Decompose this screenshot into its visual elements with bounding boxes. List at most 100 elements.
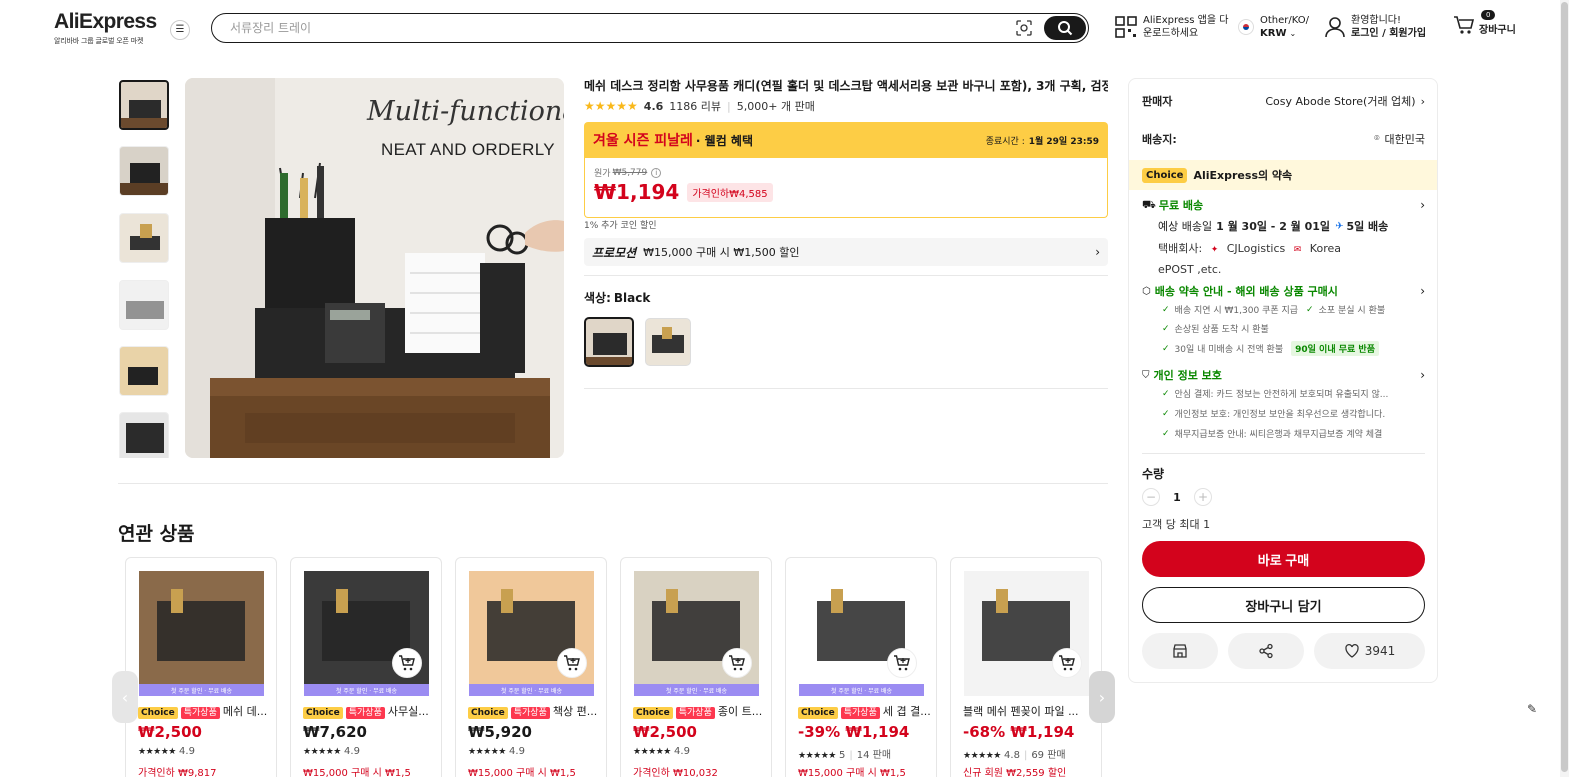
- app-download[interactable]: AliExpress 앱을 다 운로드하세요: [1115, 14, 1228, 40]
- scrollbar-thumb[interactable]: [1561, 2, 1568, 772]
- chevron-right-icon: ›: [1420, 198, 1425, 212]
- add-to-cart-icon[interactable]: [1052, 648, 1082, 678]
- sale-end-label: 종료시간 :: [985, 136, 1025, 147]
- color-heading: 색상: Black: [584, 289, 650, 306]
- first-order-strip: 첫 주문 할인 · 무료 배송: [634, 684, 759, 696]
- product-thumbnail[interactable]: 첫 주문 할인 · 무료 배송: [799, 571, 924, 696]
- thumbnail-5[interactable]: [119, 346, 169, 396]
- wishlist-button[interactable]: 3941: [1314, 633, 1425, 669]
- card-rating-row: ★★★★★ 4.8 | 69 판매: [963, 750, 1066, 761]
- cart-link[interactable]: 0 장바구니: [1453, 10, 1516, 37]
- seller-name[interactable]: Cosy Abode Store(거래 업체): [1265, 93, 1415, 109]
- choice-badge: Choice: [633, 707, 673, 719]
- add-to-cart-icon[interactable]: [557, 648, 587, 678]
- sale-subtitle: · 웰컴 혜택: [695, 133, 753, 148]
- product-thumbnail[interactable]: 첫 주문 할인 · 무료 배송: [469, 571, 594, 696]
- carousel-next-button[interactable]: ›: [1089, 671, 1115, 723]
- related-product-card[interactable]: 첫 주문 할인 · 무료 배송 Choice 특가상품 사무실... ₩7,620 …: [290, 557, 442, 777]
- search-input[interactable]: [230, 18, 1000, 38]
- choice-banner: Choice AliExpress의 약속: [1129, 160, 1437, 190]
- review-count[interactable]: 1186 리뷰: [669, 98, 721, 114]
- locale-currency: KRW: [1260, 28, 1287, 39]
- carrier-label: 택배회사:: [1158, 242, 1203, 255]
- special-deal-badge: 특가상품: [840, 707, 880, 719]
- first-order-strip: 첫 주문 할인 · 무료 배송: [799, 684, 924, 696]
- chevron-right-icon: ›: [1420, 368, 1425, 382]
- card-title-row: Choice 특가상품 책상 편...: [468, 703, 600, 719]
- product-thumbnail[interactable]: 첫 주문 할인 · 무료 배송: [304, 571, 429, 696]
- add-to-cart-icon[interactable]: [887, 648, 917, 678]
- first-order-strip: 첫 주문 할인 · 무료 배송: [304, 684, 429, 696]
- product-thumbnail[interactable]: [964, 571, 1089, 696]
- card-title-row: Choice 특가상품 사무실...: [303, 703, 435, 719]
- related-product-card[interactable]: 첫 주문 할인 · 무료 배송 Choice 특가상품 책상 편... ₩5,920…: [455, 557, 607, 777]
- related-product-card[interactable]: 블랙 메쉬 펜꽂이 파일 ... -68% ₩1,194 ★★★★★ 4.8 | 6…: [950, 557, 1102, 777]
- related-product-card[interactable]: 첫 주문 할인 · 무료 배송 Choice 특가상품 메쉬 데... ₩2,500…: [125, 557, 277, 777]
- card-rating-stars: ★★★★★: [633, 747, 671, 757]
- related-product-card[interactable]: 첫 주문 할인 · 무료 배송 Choice 특가상품 종이 트... ₩2,500…: [620, 557, 772, 777]
- promotion-label: 프로모션: [592, 245, 637, 260]
- related-product-card[interactable]: 첫 주문 할인 · 무료 배송 Choice 특가상품 세 겹 결... -39% …: [785, 557, 937, 777]
- account-menu[interactable]: 환영합니다! 로그인 / 회원가입: [1325, 14, 1426, 40]
- aliexpress-logo[interactable]: AliExpress 알리바바 그룹 글로벌 오픈 마켓: [54, 10, 157, 46]
- thumbnail-1[interactable]: [119, 80, 169, 130]
- truck-icon: ⛟: [1142, 197, 1156, 211]
- add-to-cart-icon[interactable]: [722, 648, 752, 678]
- card-price: ₩7,620: [303, 723, 367, 741]
- free-shipping-row[interactable]: ⛟ 무료 배송 ›: [1142, 197, 1425, 213]
- seller-row[interactable]: 판매자 Cosy Abode Store(거래 업체) ›: [1142, 93, 1425, 109]
- store-button[interactable]: [1142, 633, 1218, 669]
- privacy-line-2: ✓ 개인정보 보호: 개인정보 보안을 최우선으로 생각합니다.: [1162, 407, 1424, 421]
- menu-icon[interactable]: ☰: [170, 20, 190, 40]
- privacy-shield-icon: ⛉: [1142, 369, 1150, 381]
- card-rating-row: ★★★★★ 4.9: [138, 746, 195, 757]
- guarantee-1: 배송 지연 시 ₩1,300 쿠폰 지급: [1174, 306, 1299, 316]
- decrease-quantity-button[interactable]: −: [1142, 488, 1160, 506]
- add-to-cart-button[interactable]: 장바구니 담기: [1142, 587, 1425, 623]
- card-title: 종이 트...: [717, 705, 763, 718]
- card-deal: ₩15,000 구매 시 ₩1,5: [468, 768, 576, 777]
- plane-icon: ✈: [1335, 220, 1344, 232]
- info-icon[interactable]: i: [651, 167, 662, 178]
- cart-icon: [1454, 15, 1475, 34]
- carousel-prev-button[interactable]: ‹: [112, 671, 138, 723]
- card-title-row: 블랙 메쉬 펜꽂이 파일 ...: [963, 703, 1095, 719]
- search-icon: [1058, 20, 1073, 35]
- product-thumbnail[interactable]: 첫 주문 할인 · 무료 배송: [634, 571, 759, 696]
- thumbnail-2[interactable]: [119, 146, 169, 196]
- product-thumbnail[interactable]: 첫 주문 할인 · 무료 배송: [139, 571, 264, 696]
- carrier-info: 택배회사: ✦ CJLogistics ✉ Korea ePOST ,etc.: [1158, 239, 1428, 279]
- login-signup-link[interactable]: 로그인 / 회원가입: [1351, 28, 1426, 39]
- promotion-bar[interactable]: 프로모션 ₩15,000 구매 시 ₩1,500 할인 ›: [584, 238, 1108, 266]
- special-deal-badge: 특가상품: [675, 707, 715, 719]
- check-icon: ✓: [1162, 323, 1170, 334]
- buy-now-button[interactable]: 바로 구매: [1142, 541, 1425, 577]
- search-button[interactable]: [1044, 15, 1086, 40]
- delivery-guarantee-row[interactable]: ⬡ 배송 약속 안내 - 해외 배송 상품 구매시 ›: [1142, 283, 1425, 299]
- guarantee-4: 30일 내 미배송 시 전액 환불: [1174, 345, 1284, 355]
- free-return-badge: 90일 이내 무료 반품: [1291, 341, 1379, 356]
- image-search-icon[interactable]: [1015, 19, 1033, 37]
- color-option-black[interactable]: [584, 317, 634, 367]
- color-option-2[interactable]: [645, 318, 691, 366]
- share-button[interactable]: [1228, 633, 1304, 669]
- thumbnail-4[interactable]: [119, 280, 169, 330]
- add-to-cart-icon[interactable]: [392, 648, 422, 678]
- color-label: 색상:: [584, 291, 611, 305]
- korea-flag-icon: [1238, 19, 1254, 35]
- card-deal: ₩15,000 구매 시 ₩1,5: [303, 768, 411, 777]
- shield-icon: ⬡: [1142, 285, 1151, 297]
- ship-to-row[interactable]: 배송지: ⌾ 대한민국: [1142, 131, 1425, 147]
- quantity-value[interactable]: 1: [1160, 491, 1194, 504]
- thumbnail-3[interactable]: [119, 213, 169, 263]
- locale-selector[interactable]: Other/KO/ KRW ⌄: [1238, 14, 1309, 40]
- chevron-left-icon: ‹: [121, 687, 129, 707]
- logo-text: AliExpress: [54, 10, 157, 33]
- increase-quantity-button[interactable]: +: [1194, 488, 1212, 506]
- privacy-row[interactable]: ⛉ 개인 정보 보호 ›: [1142, 367, 1425, 383]
- edit-icon[interactable]: ✎: [1527, 702, 1545, 720]
- main-product-image[interactable]: Multi-functional NEAT AND ORDERLY: [185, 78, 564, 458]
- cart-count-badge: 0: [1481, 10, 1496, 20]
- card-price: ₩2,500: [138, 723, 202, 741]
- thumbnail-6[interactable]: [119, 412, 169, 458]
